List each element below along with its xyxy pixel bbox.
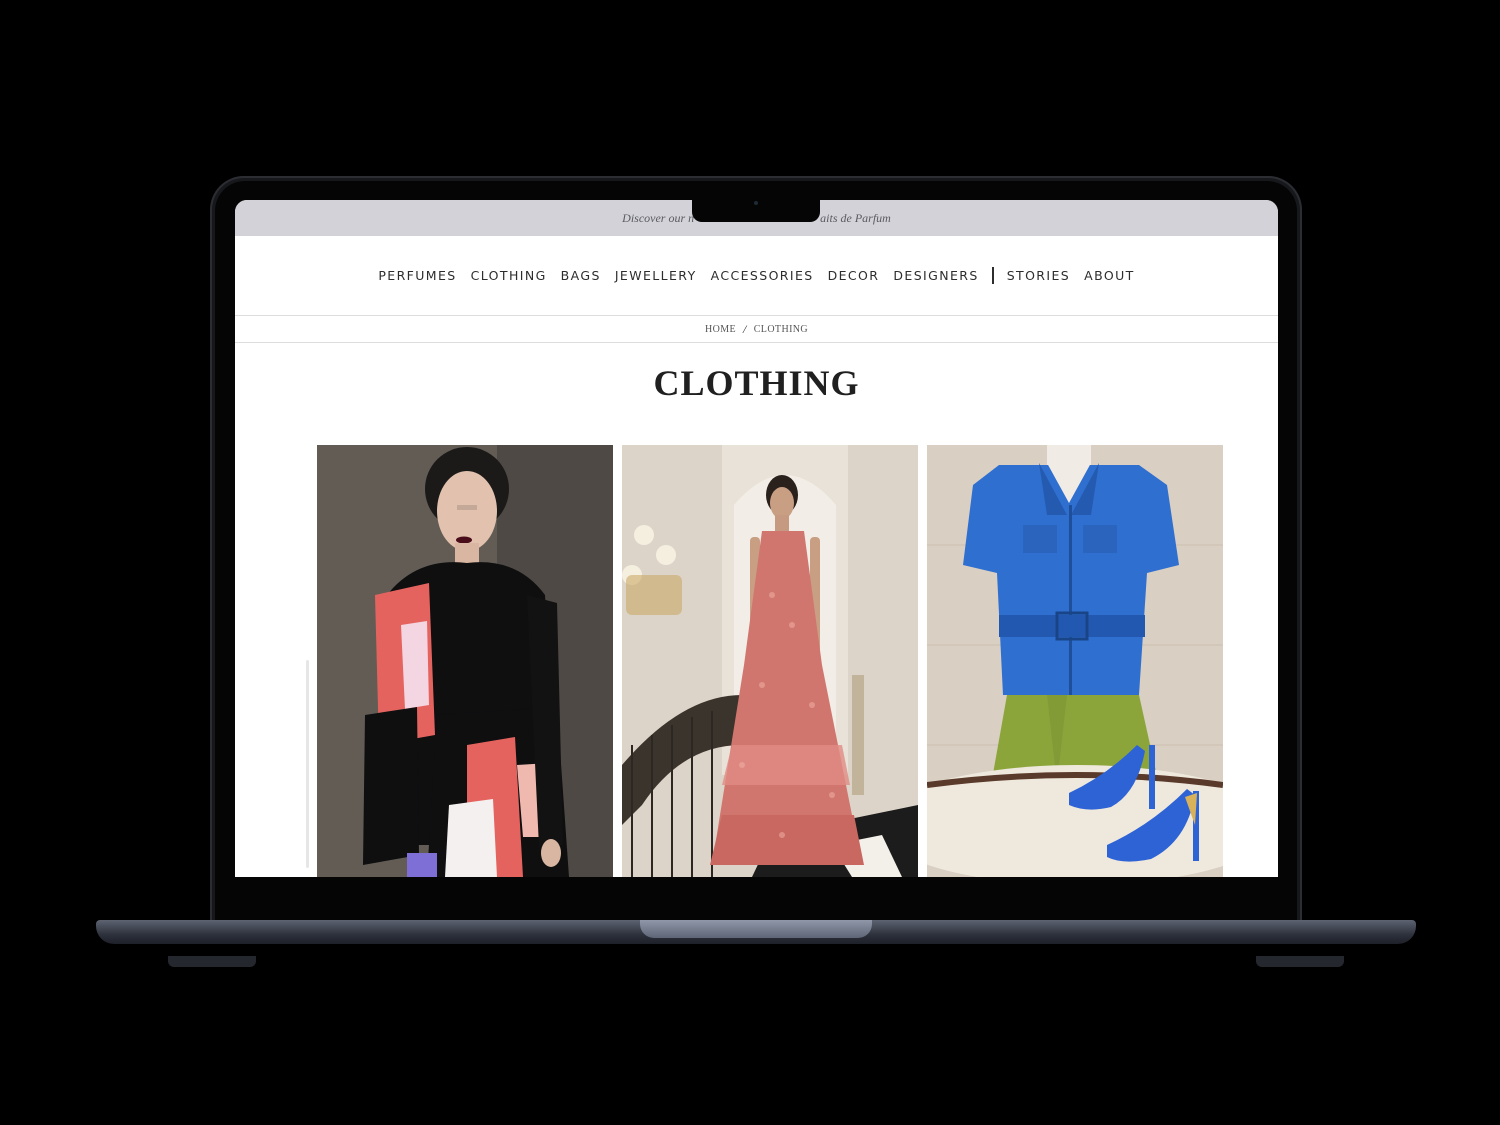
announcement-text-left: Discover our n — [622, 210, 695, 225]
breadcrumb-separator: / — [743, 321, 747, 336]
laptop-foot-left — [168, 956, 256, 967]
laptop-foot-right — [1256, 956, 1344, 967]
product-image-3 — [927, 445, 1223, 877]
browser-viewport: Discover our n aits de Parfum PERFUMES C… — [235, 200, 1278, 877]
camera-icon — [754, 201, 758, 205]
nav-perfumes[interactable]: PERFUMES — [378, 268, 456, 283]
nav-about[interactable]: ABOUT — [1084, 268, 1135, 283]
product-card-2[interactable] — [622, 445, 918, 877]
product-image-1 — [317, 445, 613, 877]
product-card-3[interactable] — [927, 445, 1223, 877]
laptop-opening-lip — [640, 920, 872, 938]
breadcrumb-home[interactable]: HOME — [705, 324, 736, 335]
nav-designers[interactable]: DESIGNERS — [893, 268, 978, 283]
breadcrumb-current: CLOTHING — [753, 323, 809, 335]
nav-clothing[interactable]: CLOTHING — [471, 268, 547, 283]
divider-bottom — [235, 342, 1278, 343]
page-title: CLOTHING — [653, 363, 860, 403]
nav-accessories[interactable]: ACCESSORIES — [711, 268, 814, 283]
main-nav: PERFUMES CLOTHING BAGS JEWELLERY ACCESSO… — [235, 236, 1278, 315]
product-card-1[interactable] — [317, 445, 613, 877]
nav-stories[interactable]: STORIES — [1007, 268, 1070, 283]
nav-divider — [991, 267, 994, 284]
scrollbar[interactable] — [306, 660, 309, 868]
nav-decor[interactable]: DECOR — [828, 268, 880, 283]
announcement-text-right: aits de Parfum — [820, 210, 891, 225]
nav-jewellery[interactable]: JEWELLERY — [615, 268, 697, 283]
nav-bags[interactable]: BAGS — [561, 268, 601, 283]
product-image-2 — [622, 445, 918, 877]
breadcrumb: HOME / CLOTHING — [235, 316, 1278, 342]
